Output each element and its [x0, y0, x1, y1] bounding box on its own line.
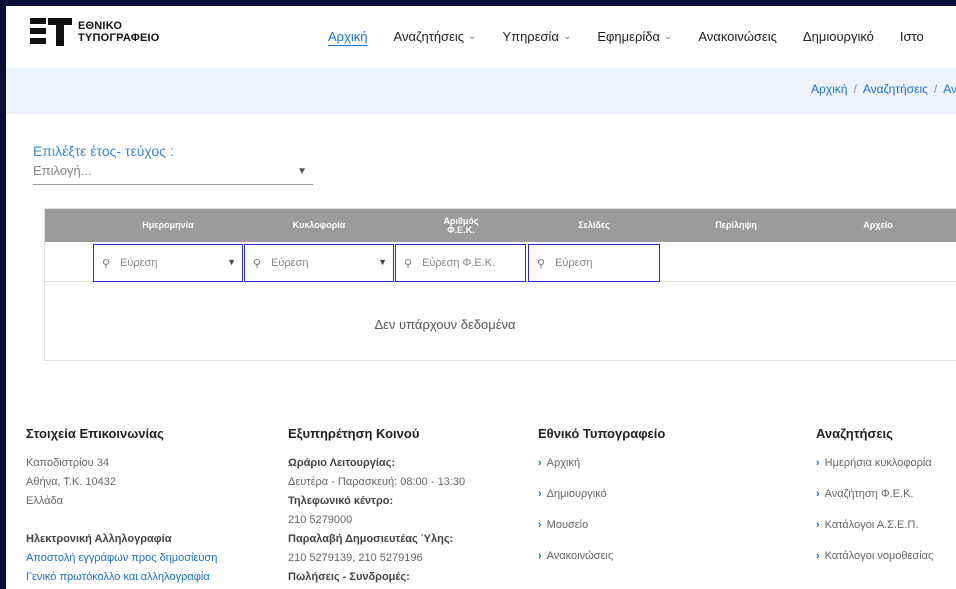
- caret-down-icon: ▼: [227, 257, 236, 267]
- receive-label: Παραλαβή Δημοσιευτέας Ύλης:: [288, 533, 454, 545]
- hours-value: Δευτέρα - Παρασκευή: 08:00 - 13:30: [288, 476, 466, 488]
- footer-service-title: Εξυπηρέτηση Κοινού: [288, 426, 420, 441]
- breadcrumb: Αρχική/Αναζητήσεις/Ανα: [811, 82, 956, 96]
- footer-contact-title: Στοιχεία Επικοινωνίας: [26, 426, 164, 441]
- filter-fek-input[interactable]: ⚲ Εύρεση Φ.Ε.Κ.: [395, 244, 526, 282]
- column-header-fek-number[interactable]: Αριθμός Φ.Ε.Κ.: [397, 209, 525, 242]
- caret-down-icon: ▼: [297, 166, 307, 177]
- logo-line-2: ΤΥΠΟΓΡΑΦΕΙΟ: [78, 32, 160, 44]
- footer-link-fek-search[interactable]: › Αναζήτηση Φ.Ε.Κ.: [816, 488, 933, 519]
- column-header-date[interactable]: Ημερομηνία: [93, 209, 243, 242]
- main-nav: Αρχική Αναζητήσεις ⌄ Υπηρεσία ⌄ Εφημερίδα ⌄…: [328, 6, 950, 66]
- address-line: Καποδιστρίου 34: [26, 457, 109, 469]
- column-header-summary[interactable]: Περίληψη: [661, 209, 811, 242]
- footer-printing: Εθνικό Τυπογραφείο › Αρχική › Δημιουργικό …: [538, 426, 665, 581]
- chevron-down-icon: ⌄: [663, 30, 673, 42]
- grid-header: Ημερομηνία Κυκλοφορία Αριθμός Φ.Ε.Κ. Σελ…: [45, 209, 956, 242]
- phone-label: Τηλεφωνικό κέντρο:: [288, 495, 394, 507]
- chevron-right-icon: ›: [538, 519, 542, 531]
- chevron-right-icon: ›: [816, 550, 820, 562]
- receive-value: 210 5279139, 210 5279196: [288, 552, 423, 564]
- caret-down-icon: ▼: [378, 257, 387, 267]
- filter-pages-input[interactable]: ⚲ Εύρεση: [528, 244, 660, 282]
- results-grid: Ημερομηνία Κυκλοφορία Αριθμός Φ.Ε.Κ. Σελ…: [44, 208, 956, 361]
- nav-item-service[interactable]: Υπηρεσία ⌄: [502, 29, 571, 44]
- chevron-right-icon: ›: [538, 457, 542, 469]
- footer-link-daily-circulation[interactable]: › Ημερήσια κυκλοφορία: [816, 457, 933, 488]
- nav-item-announcements[interactable]: Ανακοινώσεις: [698, 29, 777, 44]
- footer-contact: Στοιχεία Επικοινωνίας Καποδιστρίου 34 Αθ…: [26, 426, 217, 589]
- hours-label: Ωράριο Λειτουργίας:: [288, 457, 396, 469]
- sales-label: Πωλήσεις - Συνδρομές:: [288, 571, 410, 583]
- year-issue-select-value: Επιλογή...: [33, 163, 92, 178]
- empty-message: Δεν υπάρχουν δεδομένα: [374, 317, 516, 332]
- nav-item-newspaper[interactable]: Εφημερίδα ⌄: [597, 29, 672, 44]
- email-link-general[interactable]: Γενικό πρωτόκολλο και αλληλογραφία: [26, 571, 217, 589]
- breadcrumb-home[interactable]: Αρχική: [811, 82, 847, 96]
- nav-item-searches[interactable]: Αναζητήσεις ⌄: [394, 29, 477, 44]
- chevron-right-icon: ›: [816, 457, 820, 469]
- logo-line-1: ΕΘΝΙΚΟ: [78, 20, 123, 32]
- address-line: Ελλάδα: [26, 495, 64, 507]
- filter-row: ⚲ Εύρεση ▼ ⚲ Εύρεση ▼ ⚲ Εύρεση Φ.Ε.Κ. ⚲ …: [45, 242, 956, 282]
- chevron-right-icon: ›: [538, 550, 542, 562]
- search-icon: ⚲: [537, 257, 546, 270]
- footer-link-asep-lists[interactable]: › Κατάλογοι Α.Σ.Ε.Π.: [816, 519, 933, 550]
- nav-item-creative[interactable]: Δημιουργικό: [803, 29, 874, 44]
- filter-date-input[interactable]: ⚲ Εύρεση ▼: [93, 244, 243, 282]
- site-logo[interactable]: ΕΘΝΙΚΟ ΤΥΠΟΓΡΑΦΕΙΟ: [30, 18, 160, 46]
- footer-printing-title: Εθνικό Τυπογραφείο: [538, 426, 666, 441]
- search-icon: ⚲: [253, 257, 262, 270]
- footer-link-legislation-lists[interactable]: › Κατάλογοι νομοθεσίας: [816, 550, 933, 581]
- chevron-right-icon: ›: [538, 488, 542, 500]
- year-issue-select[interactable]: Επιλογή... ▼: [33, 163, 313, 185]
- footer-service: Εξυπηρέτηση Κοινού Ωράριο Λειτουργίας: Δ…: [288, 426, 465, 589]
- footer-link-creative[interactable]: › Δημιουργικό: [538, 488, 665, 519]
- breadcrumb-band: Αρχική/Αναζητήσεις/Ανα: [6, 68, 956, 114]
- email-title: Ηλεκτρονική Αλληλογραφία: [26, 533, 172, 545]
- footer-link-museum[interactable]: › Μουσείο: [538, 519, 665, 550]
- site-header: ΕΘΝΙΚΟ ΤΥΠΟΓΡΑΦΕΙΟ Αρχική Αναζητήσεις ⌄ Υ…: [6, 6, 956, 66]
- nav-item-history[interactable]: Ιστο: [900, 29, 924, 44]
- footer-link-announcements[interactable]: › Ανακοινώσεις: [538, 550, 665, 581]
- email-link-submissions[interactable]: Αποστολή εγγράφων προς δημοσίευση: [26, 552, 217, 571]
- address-line: Αθήνα, Τ.Κ. 10432: [26, 476, 116, 488]
- chevron-right-icon: ›: [816, 488, 820, 500]
- nav-item-home[interactable]: Αρχική: [328, 29, 368, 44]
- chevron-down-icon: ⌄: [468, 30, 477, 42]
- logo-text: ΕΘΝΙΚΟ ΤΥΠΟΓΡΑΦΕΙΟ: [78, 20, 160, 44]
- column-header-file[interactable]: Αρχείο: [811, 209, 945, 242]
- search-icon: ⚲: [404, 257, 413, 270]
- column-header-circulation[interactable]: Κυκλοφορία: [243, 209, 395, 242]
- logo-mark-icon: [30, 18, 72, 46]
- breadcrumb-current: Ανα: [943, 82, 956, 96]
- footer-link-home[interactable]: › Αρχική: [538, 457, 665, 488]
- breadcrumb-searches[interactable]: Αναζητήσεις: [863, 82, 928, 96]
- chevron-right-icon: ›: [816, 519, 820, 531]
- footer-searches-title: Αναζητήσεις: [816, 426, 893, 441]
- chevron-down-icon: ⌄: [562, 30, 572, 42]
- footer-searches: Αναζητήσεις › Ημερήσια κυκλοφορία › Αναζήτ…: [816, 426, 933, 581]
- filter-circulation-input[interactable]: ⚲ Εύρεση ▼: [244, 244, 394, 282]
- search-icon: ⚲: [102, 257, 111, 270]
- phone-value: 210 5279000: [288, 514, 353, 526]
- page-frame: ΕΘΝΙΚΟ ΤΥΠΟΓΡΑΦΕΙΟ Αρχική Αναζητήσεις ⌄ Υ…: [6, 6, 956, 589]
- column-header-pages[interactable]: Σελίδες: [527, 209, 661, 242]
- year-issue-label: Επιλέξτε έτος- τεύχος :: [33, 143, 174, 159]
